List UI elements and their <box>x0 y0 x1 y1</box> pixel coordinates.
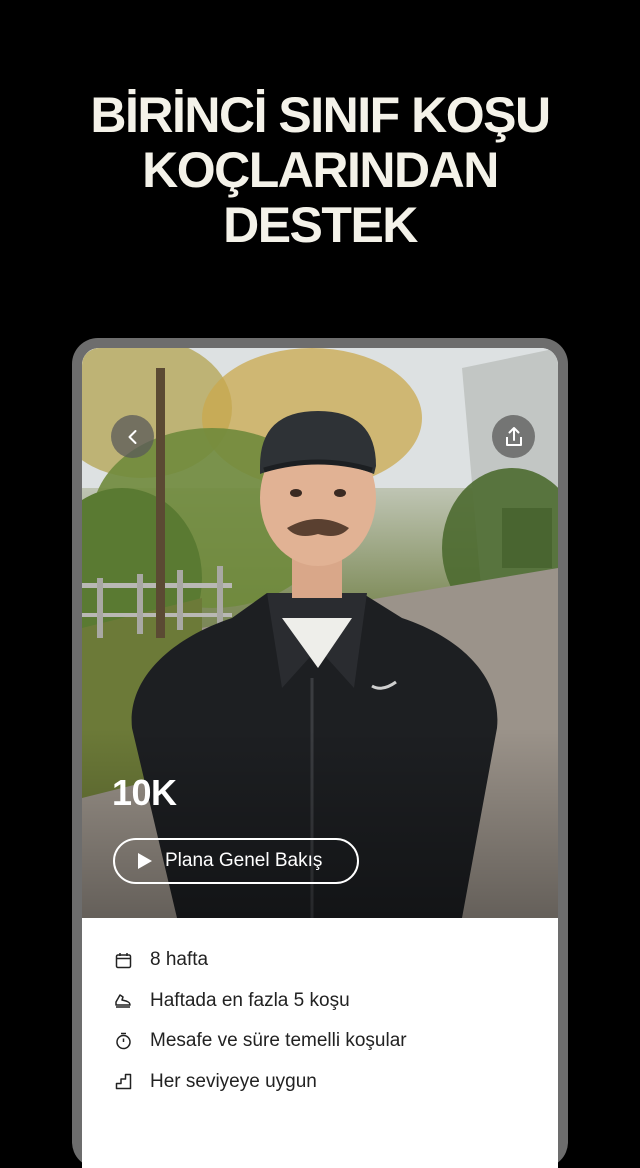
headline-line-1: BİRİNCİ SINIF KOŞU <box>90 87 551 143</box>
back-button[interactable] <box>111 415 154 458</box>
play-icon <box>138 853 152 869</box>
detail-duration: 8 hafta <box>82 940 558 981</box>
phone-screen: 10K Plana Genel Bakış 8 hafta Haftada en… <box>82 348 558 1168</box>
detail-runs-text: Haftada en fazla 5 koşu <box>150 989 350 1011</box>
promo-headline: BİRİNCİ SINIF KOŞU KOÇLARINDAN DESTEK <box>0 88 640 253</box>
plan-title: 10K <box>112 772 177 813</box>
detail-duration-text: 8 hafta <box>150 949 209 971</box>
detail-level-text: Her seviyeye uygun <box>150 1070 317 1092</box>
detail-run-type-text: Mesafe ve süre temelli koşular <box>150 1030 407 1052</box>
share-icon <box>505 426 522 446</box>
chevron-left-icon <box>128 429 136 444</box>
plan-overview-button[interactable]: Plana Genel Bakış <box>113 838 359 884</box>
shoe-icon <box>114 992 132 1010</box>
steps-icon <box>114 1073 132 1091</box>
phone-frame: 10K Plana Genel Bakış 8 hafta Haftada en… <box>72 338 568 1168</box>
plan-overview-label: Plana Genel Bakış <box>165 850 323 871</box>
detail-run-type: Mesafe ve süre temelli koşular <box>82 1021 558 1062</box>
plan-hero: 10K Plana Genel Bakış <box>82 348 558 918</box>
plan-details-list: 8 hafta Haftada en fazla 5 koşu Mesafe v… <box>82 918 558 1102</box>
share-button[interactable] <box>492 415 535 458</box>
detail-level: Her seviyeye uygun <box>82 1062 558 1103</box>
calendar-icon <box>114 951 132 969</box>
headline-line-2: KOÇLARINDAN <box>142 142 499 198</box>
detail-runs-per-week: Haftada en fazla 5 koşu <box>82 981 558 1022</box>
stopwatch-icon <box>114 1032 132 1050</box>
headline-line-3: DESTEK <box>223 197 418 253</box>
